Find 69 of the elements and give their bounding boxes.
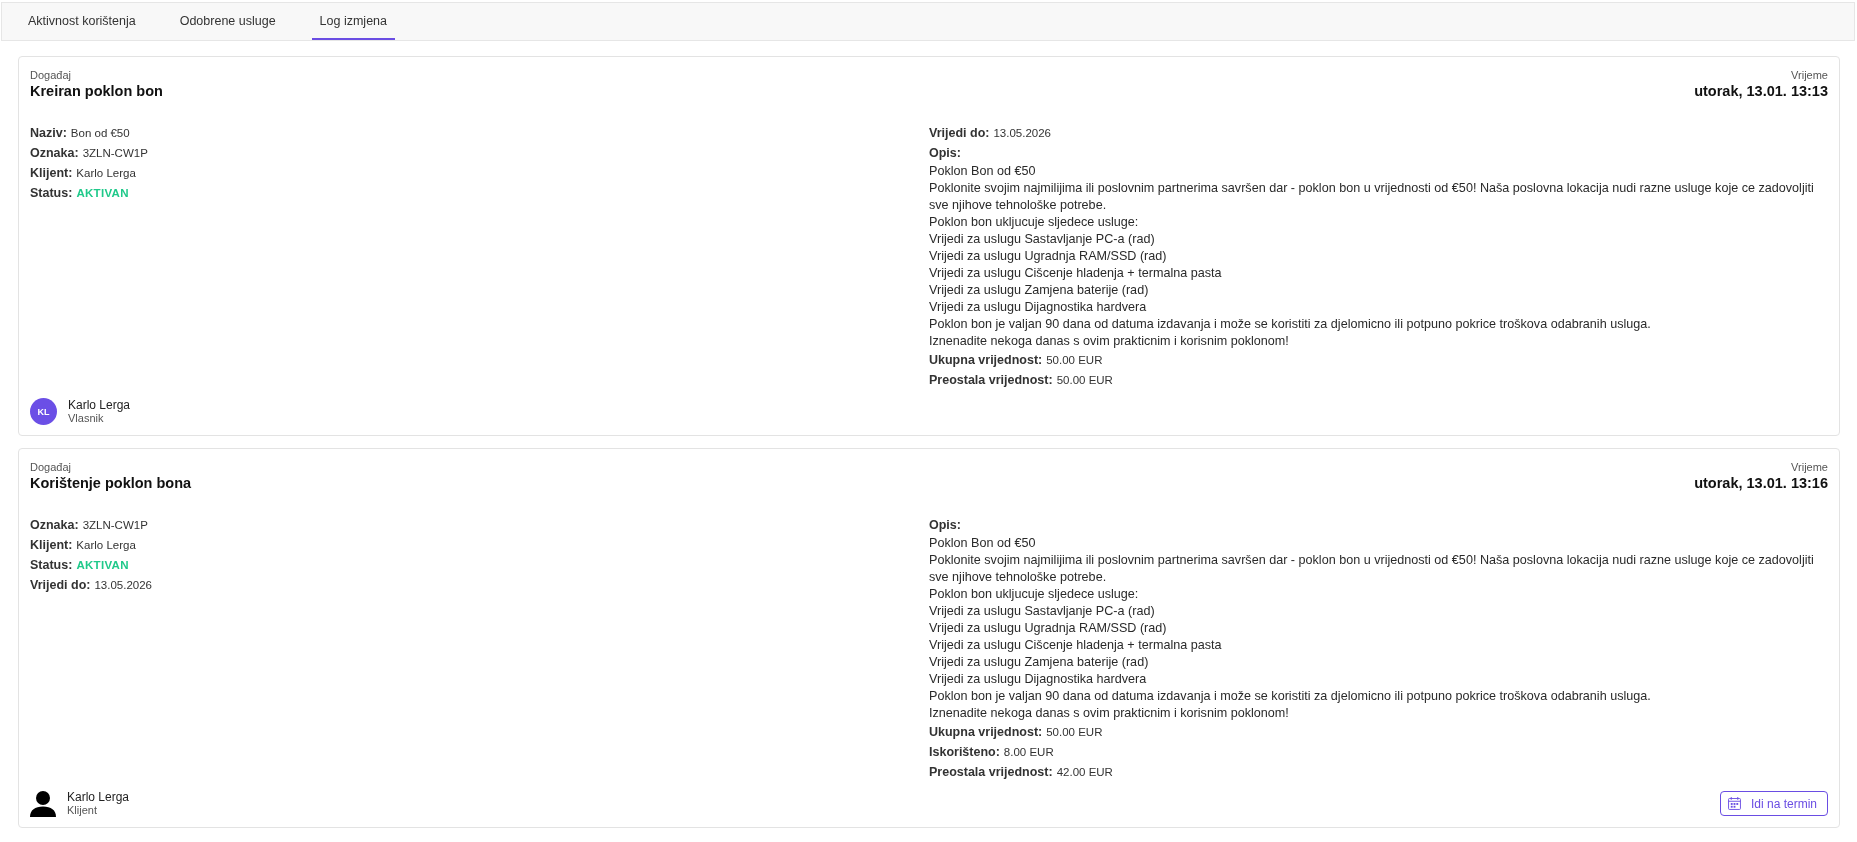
field-label: Preostala vrijednost: [929,372,1053,389]
field-label: Status: [30,557,73,574]
event-label: Događaj [30,461,71,474]
description-line: Vrijedi za uslugu Sastavljanje PC-a (rad) [929,603,1155,620]
field-label: Vrijedi do: [929,125,990,142]
description-label: Opis: [929,517,961,534]
field-label: Oznaka: [30,517,79,534]
field-value: 42.00 EUR [1056,765,1113,780]
field-value: 8.00 EUR [1003,745,1054,760]
field-label: Preostala vrijednost: [929,764,1053,781]
description-line: Vrijedi za uslugu Ugradnja RAM/SSD (rad) [929,620,1167,637]
description-line: Vrijedi za uslugu Zamjena baterije (rad) [929,282,1149,299]
description-line: Iznenadite nekoga danas s ovim prakticnim i korisnim poklonom! [929,333,1289,350]
description-line: Vrijedi za uslugu Dijagnostika hardvera [929,299,1147,316]
initials-avatar: KL [30,398,57,425]
event-label: Događaj [30,69,71,82]
field-value: Karlo Lerga [76,166,136,181]
description-line: Poklonite svojim najmilijima ili poslovnim partnerima savršen dar - poklon bon u vrijednosti od €50! Naša poslovna lokacija nudi razne usluge koje ce zadovoljiti sve njihove tehnološke potrebe. [929,180,1815,214]
field-label: Iskorišteno: [929,744,1000,761]
description-line: Poklon Bon od €50 [929,535,1036,552]
field-label: Status: [30,185,73,202]
tab[interactable]: Log izmjena [311,3,395,40]
event-time: utorak, 13.01. 13:13 [1694,82,1828,101]
field-label: Vrijedi do: [30,577,91,594]
description-line: Poklon bon je valjan 90 dana od datuma izdavanja i može se koristiti za djelomicno ili potpuno pokrice troškova odabranih usluga. [929,316,1651,333]
field-value: 3ZLN-CW1P [82,518,148,533]
field-value: 50.00 EUR [1046,353,1103,368]
description-line: Poklon bon je valjan 90 dana od datuma izdavanja i može se koristiti za djelomicno ili potpuno pokrice troškova odabranih usluga. [929,688,1651,705]
time-label: Vrijeme [1791,69,1828,82]
description-line: Poklonite svojim najmilijima ili poslovnim partnerima savršen dar - poklon bon u vrijednosti od €50! Naša poslovna lokacija nudi razne usluge koje ce zadovoljiti sve njihove tehnološke potrebe. [929,552,1815,586]
user-name: Karlo Lerga [68,398,131,412]
user-role: Klijent [67,804,97,817]
description-line: Vrijedi za uslugu Cišcenje hladenja + termalna pasta [929,637,1222,654]
event-title: Kreiran poklon bon [30,82,163,101]
user-role: Vlasnik [68,412,104,425]
go-to-appointment-button[interactable]: Idi na termin [1719,791,1828,816]
field-label: Ukupna vrijednost: [929,724,1043,741]
field-label: Klijent: [30,537,73,554]
description-line: Poklon Bon od €50 [929,163,1036,180]
status-value: AKTIVAN [76,558,129,573]
event-time: utorak, 13.01. 13:16 [1694,474,1828,493]
status-value: AKTIVAN [76,186,129,201]
field-value: 50.00 EUR [1056,373,1113,388]
description-label: Opis: [929,145,961,162]
user-name: Karlo Lerga [67,790,130,804]
description-line: Vrijedi za uslugu Zamjena baterije (rad) [929,654,1149,671]
description-line: Iznenadite nekoga danas s ovim prakticnim i korisnim poklonom! [929,705,1289,722]
description-line: Vrijedi za uslugu Ugradnja RAM/SSD (rad) [929,248,1167,265]
description-line: Vrijedi za uslugu Cišcenje hladenja + termalna pasta [929,265,1222,282]
field-value: 13.05.2026 [94,578,152,593]
field-label: Naziv: [30,125,67,142]
description-line: Poklon bon ukljucuje sljedece usluge: [929,214,1139,231]
field-label: Oznaka: [30,145,79,162]
field-value: 50.00 EUR [1046,725,1103,740]
field-value: 3ZLN-CW1P [82,146,148,161]
description-line: Vrijedi za uslugu Dijagnostika hardvera [929,671,1147,688]
field-value: Bon od €50 [70,126,130,141]
description-line: Poklon bon ukljucuje sljedece usluge: [929,586,1139,603]
field-value: Karlo Lerga [76,538,136,553]
tab[interactable]: Odobrene usluge [171,3,284,40]
calendar-icon [1727,797,1741,810]
time-label: Vrijeme [1791,461,1828,474]
field-value: 13.05.2026 [993,126,1051,141]
event-title: Korištenje poklon bona [30,474,192,493]
person-silhouette-icon [30,790,56,817]
tab[interactable]: Aktivnost korištenja [20,3,144,40]
field-label: Ukupna vrijednost: [929,352,1043,369]
description-line: Vrijedi za uslugu Sastavljanje PC-a (rad) [929,231,1155,248]
field-label: Klijent: [30,165,73,182]
